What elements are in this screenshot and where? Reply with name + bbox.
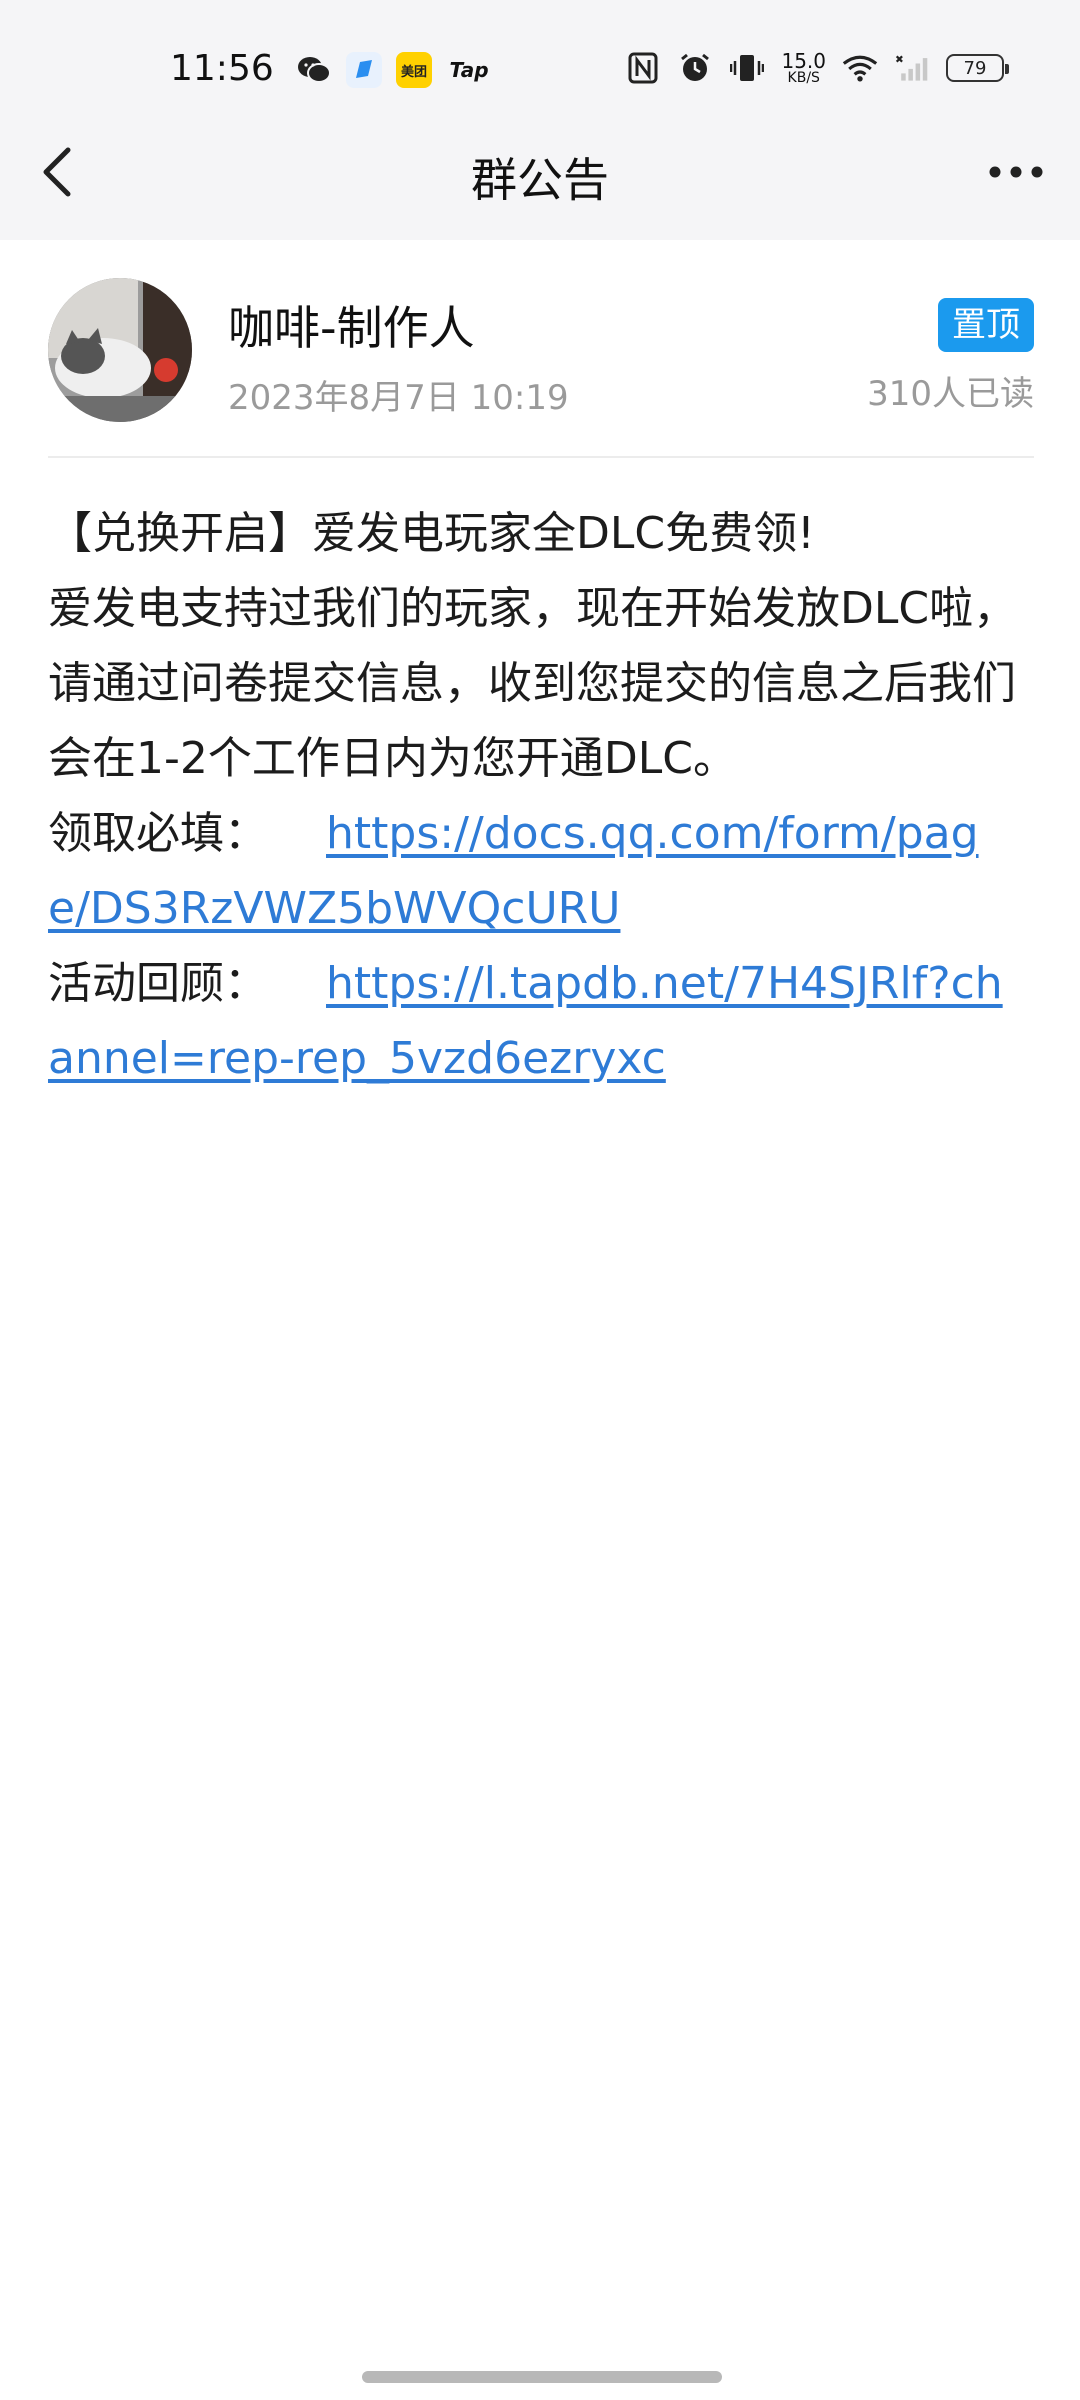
page-title: 群公告 xyxy=(471,153,609,207)
notice-headline: 【兑换开启】爱发电玩家全DLC免费领! xyxy=(48,508,815,559)
more-options-button[interactable] xyxy=(986,152,1046,192)
battery-icon: 79 xyxy=(946,54,1009,82)
taptap-icon: Tap xyxy=(449,58,489,82)
author-name[interactable]: 咖啡-制作人 xyxy=(228,292,475,358)
wechat-icon xyxy=(296,52,332,88)
avatar[interactable] xyxy=(48,278,192,422)
notice-paragraph: 爱发电支持过我们的玩家，现在开始发放DLC啦，请通过问卷提交信息，收到您提交的信… xyxy=(48,583,1018,784)
vibrate-icon xyxy=(729,50,765,86)
notification-icons: 美团 Tap xyxy=(296,52,492,88)
review-line: 活动回顾： https://l.tapdb.net/7H4SJRlf?chann… xyxy=(48,946,1018,1096)
pinned-badge: 置顶 xyxy=(938,298,1034,352)
home-indicator[interactable] xyxy=(362,2371,722,2383)
alarm-icon xyxy=(677,50,713,86)
form-label: 领取必填： xyxy=(48,808,268,859)
notice-body: 【兑换开启】爱发电玩家全DLC免费领! 爱发电支持过我们的玩家，现在开始发放DL… xyxy=(48,496,1018,1096)
read-count[interactable]: 310人已读 xyxy=(867,366,1034,415)
wifi-icon xyxy=(842,50,878,86)
meituan-icon: 美团 xyxy=(396,52,432,88)
network-speed: 15.0 KB/S xyxy=(781,51,826,85)
status-time: 11:56 xyxy=(170,48,274,89)
cellular-signal-icon xyxy=(894,50,930,86)
nav-bar: 群公告 xyxy=(0,104,1080,240)
review-label: 活动回顾： xyxy=(48,958,268,1009)
browser-icon xyxy=(346,52,382,88)
network-speed-unit: KB/S xyxy=(787,70,820,86)
status-bar: 11:56 美团 Tap 15.0 KB/S 79 xyxy=(0,0,1080,104)
system-icons: 15.0 KB/S 79 xyxy=(625,50,1009,86)
post-timestamp: 2023年8月7日 10:19 xyxy=(228,378,569,418)
form-line: 领取必填： https://docs.qq.com/form/page/DS3R… xyxy=(48,796,1018,946)
divider xyxy=(48,456,1034,458)
more-dots-icon xyxy=(989,166,1043,178)
network-speed-value: 15.0 xyxy=(781,49,826,73)
nfc-icon xyxy=(625,50,661,86)
